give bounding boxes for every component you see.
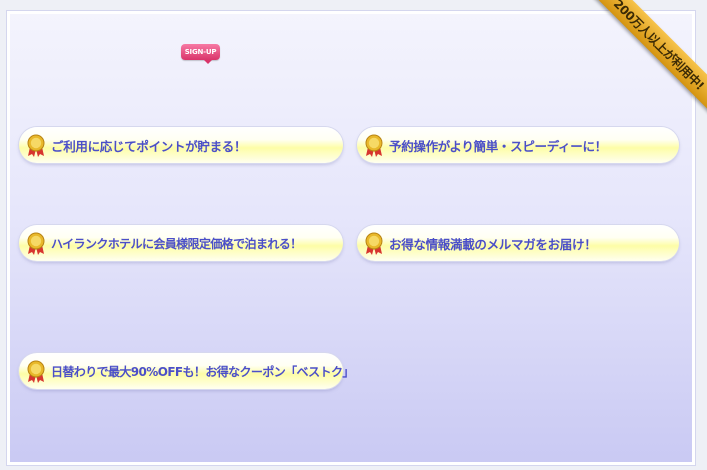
benefit-easy-booking-label: 予約操作がより簡単・スピーディーに！ [389, 138, 607, 154]
medal-icon [365, 232, 383, 255]
benefit-easy-booking[interactable]: 予約操作がより簡単・スピーディーに！ [357, 127, 679, 163]
benefit-member-price[interactable]: ハイランクホテルに会員様限定価格で泊まれる！ [19, 225, 343, 261]
benefit-points-label: ご利用に応じてポイントが貯まる！ [51, 138, 247, 154]
medal-icon [27, 232, 45, 255]
corner-ribbon: 200万人以上が利用中! [592, 0, 707, 115]
medal-icon [27, 134, 45, 157]
benefit-member-price-label: ハイランクホテルに会員様限定価格で泊まれる！ [51, 236, 302, 251]
users-count-ribbon: 200万人以上が利用中! [592, 0, 707, 115]
medal-icon [365, 134, 383, 157]
benefit-points[interactable]: ご利用に応じてポイントが貯まる！ [19, 127, 343, 163]
medal-icon [27, 360, 45, 383]
benefit-newsletter-label: お得な情報満載のメルマガをお届け！ [389, 236, 597, 252]
signup-badge-label: SIGN-UP [184, 48, 217, 56]
benefit-newsletter[interactable]: お得な情報満載のメルマガをお届け！ [357, 225, 679, 261]
signup-badge[interactable]: SIGN-UP [181, 44, 220, 64]
benefit-daily-coupon[interactable]: 日替わりで最大90%OFFも！お得なクーポン「ベストク」 [19, 353, 354, 389]
benefit-daily-coupon-label: 日替わりで最大90%OFFも！お得なクーポン「ベストク」 [51, 364, 354, 379]
users-count-ribbon-label: 200万人以上が利用中! [611, 0, 707, 93]
